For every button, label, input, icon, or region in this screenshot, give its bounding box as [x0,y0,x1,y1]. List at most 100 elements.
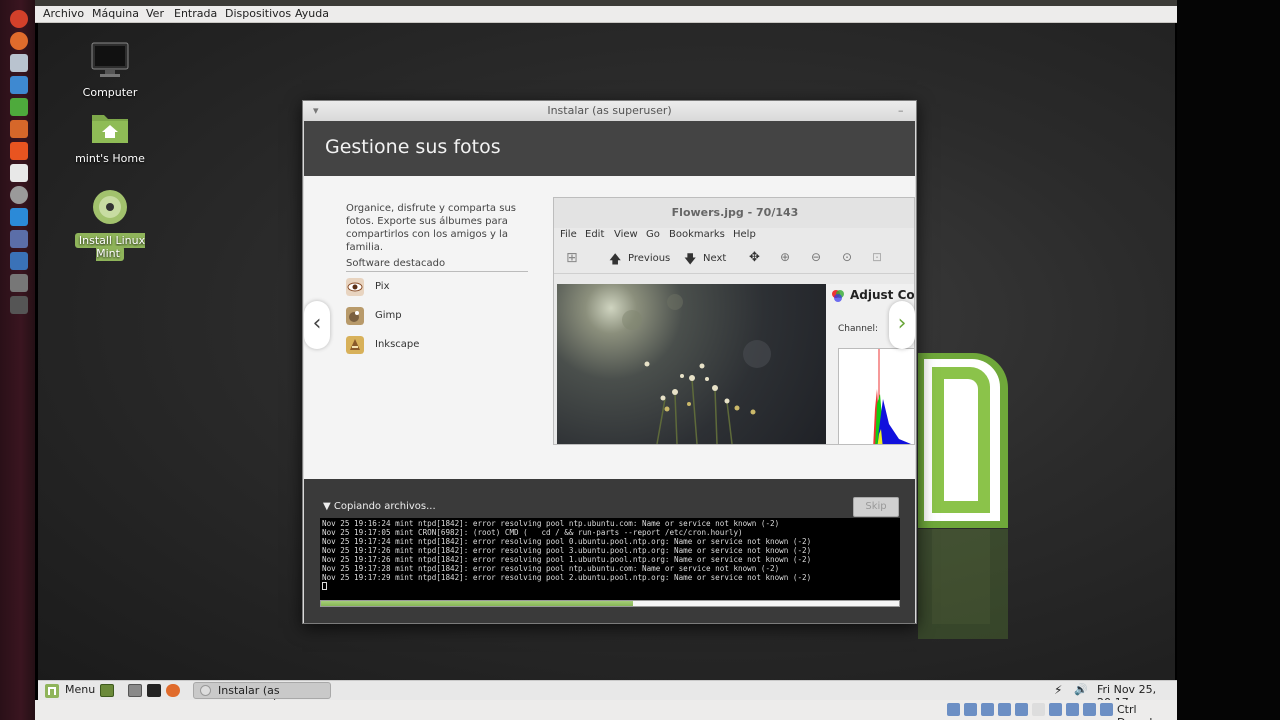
zoom-in-icon: ⊕ [780,250,791,264]
disc-small-icon [200,685,211,696]
channel-label: Channel: [838,324,878,334]
vbox-menu-entrada[interactable]: Entrada [174,7,217,20]
taskbar-item-installer[interactable]: Instalar (as superuser) [193,682,331,710]
usb-icon[interactable] [998,703,1011,716]
host-launcher [0,0,35,720]
log-line: Nov 25 19:17:29 mint ntpd[1842]: error r… [322,573,812,582]
fullscreen-icon: ⊡ [872,250,883,264]
install-progress-bar [320,600,900,607]
dropbox-icon[interactable] [10,208,28,226]
vbox-menu-ver[interactable]: Ver [146,7,164,20]
cpu-icon[interactable] [1083,703,1096,716]
featured-item-label: Gimp [375,310,402,321]
desktop-icon-label: Install Linux Mint [74,233,146,261]
previous-slide-button[interactable]: ‹ [304,301,330,349]
firefox-icon[interactable] [10,32,28,50]
screenshot-menu-go: Go [646,229,660,240]
minimize-icon[interactable]: – [898,101,904,121]
slide-title: Gestione sus fotos [325,136,501,158]
file-manager-icon[interactable] [128,684,142,697]
network-icon[interactable]: ⚡ [1054,683,1062,697]
screenshot-title: Flowers.jpg - 70/143 [554,198,914,228]
gimp-icon [346,307,364,325]
terminal-icon[interactable] [10,274,28,292]
writer-icon[interactable] [10,76,28,94]
mouse-integration-icon[interactable] [1100,703,1113,716]
copy-expander[interactable]: ▼ Copiando archivos... [323,501,436,512]
log-line: Nov 25 19:16:24 mint ntpd[1842]: error r… [322,519,780,528]
adjust-colors-title: Adjust Co [850,288,915,302]
audio-icon[interactable] [981,703,994,716]
next-slide-button[interactable]: › [889,301,915,349]
impress-icon[interactable] [10,120,28,138]
terminal-launcher-icon[interactable] [147,684,161,697]
featured-item-label: Pix [375,281,390,292]
desktop-icon-install[interactable]: Install Linux Mint [60,187,160,261]
show-desktop-icon[interactable] [100,684,114,697]
settings-icon[interactable] [10,186,28,204]
trash-icon[interactable] [10,296,28,314]
window-menu-icon[interactable]: ▾ [313,101,319,121]
log-line: Nov 25 19:17:28 mint ntpd[1842]: error r… [322,564,780,573]
virtualbox-icon[interactable] [10,252,28,270]
arrow-up-icon: 🡅 [609,252,622,266]
network-adapter-icon[interactable] [1049,703,1062,716]
desktop-icon-home[interactable]: mint's Home [60,109,160,165]
hdd-icon[interactable] [947,703,960,716]
log-line: Nov 25 19:17:26 mint ntpd[1842]: error r… [322,546,812,555]
display-icon[interactable] [1032,703,1045,716]
menu-button[interactable]: Menu [65,683,95,696]
ubuntu-dash-icon[interactable] [10,10,28,28]
grid-icon: ⊞ [566,250,578,266]
histogram [838,348,914,444]
screenshot-menu-edit: Edit [585,229,605,240]
slide-description: Organice, disfrute y comparta sus fotos.… [346,203,516,253]
featured-software-title: Software destacado [346,258,528,272]
install-log: Nov 25 19:16:24 mint ntpd[1842]: error r… [320,518,900,600]
host-background [1177,0,1280,720]
expander-arrow-icon: ▼ [323,501,334,512]
histogram-graph [873,349,911,444]
flowers-image [622,294,771,444]
screenshot-menu-bookmarks: Bookmarks [669,229,725,240]
screenshot-toolbar: ⊞ 🡅 Previous 🡇 Next ✥ ⊕ ⊖ ⊙ ⊡ [554,244,914,274]
desktop-icon-computer[interactable]: Computer [60,41,160,99]
workspace-icon[interactable] [10,230,28,248]
optical-drive-icon[interactable] [964,703,977,716]
skip-button[interactable]: Skip [853,497,899,517]
calc-icon[interactable] [10,98,28,116]
computer-icon [91,42,129,77]
vbox-statusbar: Ctrl Derecho [35,700,1177,720]
shared-folder-icon[interactable] [1015,703,1028,716]
vbox-menu-maquina[interactable]: Máquina [92,7,139,20]
screenshot-menu-file: File [560,229,577,240]
amazon-icon[interactable] [10,164,28,182]
move-icon: ✥ [749,250,760,265]
eye-icon [346,278,364,296]
firefox-launcher-icon[interactable] [166,684,180,697]
software-center-icon[interactable] [10,142,28,160]
slide-body: Organice, disfrute y comparta sus fotos.… [304,176,915,479]
install-progress-fill [321,601,634,606]
screenshot-previous-label: Previous [628,253,671,264]
vbox-menu-dispositivos[interactable]: Dispositivos [225,7,291,20]
screenshot-menubar: File Edit View Go Bookmarks Help [554,226,914,244]
screenshot-menu-help: Help [733,229,756,240]
desktop-icon-label: Computer [82,86,138,99]
terminal-cursor [322,582,327,590]
volume-icon[interactable]: 🔊 [1074,683,1088,696]
log-line: Nov 25 19:17:26 mint ntpd[1842]: error r… [322,555,812,564]
home-folder-icon [92,115,128,143]
video-capture-icon[interactable] [1066,703,1079,716]
inkscape-icon [346,336,364,354]
vbox-menu-ayuda[interactable]: Ayuda [295,7,329,20]
zoom-out-icon: ⊖ [811,250,822,264]
window-title: Instalar (as superuser) [547,104,672,117]
vbox-menu-archivo[interactable]: Archivo [43,7,84,20]
screenshot-next-label: Next [703,253,727,264]
files-icon[interactable] [10,54,28,72]
mint-logo-icon [918,353,1008,528]
slide-header: Gestione sus fotos [304,121,915,176]
installer-titlebar[interactable]: ▾ Instalar (as superuser) – [303,101,916,121]
screenshot-menu-view: View [614,229,638,240]
